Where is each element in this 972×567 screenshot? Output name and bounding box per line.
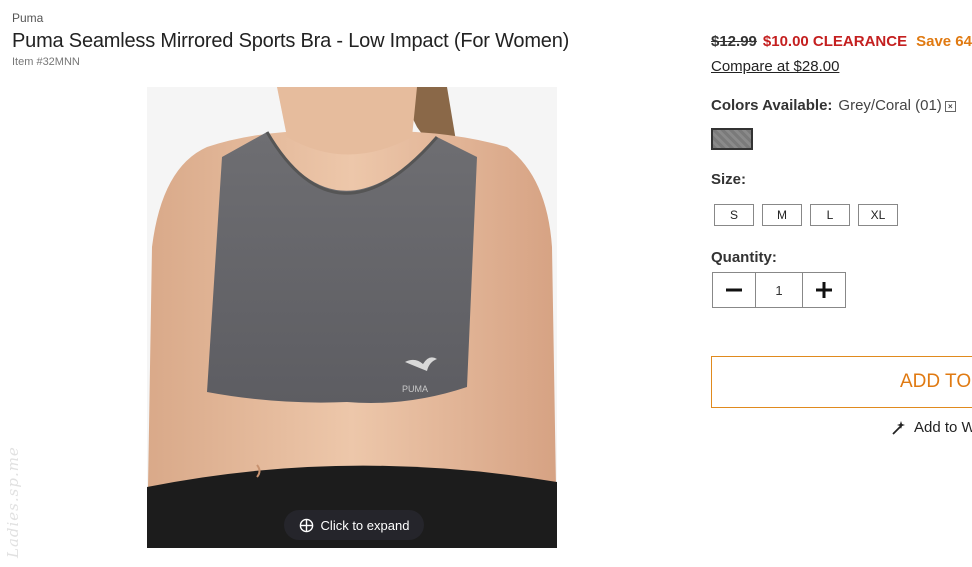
quantity-label: Quantity:	[711, 249, 777, 266]
expand-plus-icon	[299, 518, 313, 532]
colors-available: Colors Available: Grey/Coral (01) ×	[711, 97, 956, 114]
original-price: $12.99	[711, 33, 757, 50]
quantity-stepper	[712, 272, 846, 308]
add-to-cart-button[interactable]: ADD TO C	[711, 356, 972, 408]
size-label: Size:	[711, 171, 747, 188]
x-box-icon[interactable]: ×	[944, 101, 956, 112]
product-image[interactable]: PUMA	[147, 87, 557, 548]
minus-icon	[726, 288, 742, 292]
click-to-expand-button[interactable]: Click to expand	[284, 510, 424, 540]
item-number: Item #32MNN	[12, 56, 80, 68]
product-photo: PUMA	[147, 87, 557, 548]
quantity-increment-button[interactable]	[802, 273, 845, 307]
selected-color: Grey/Coral (01)	[838, 97, 942, 114]
compare-price-link[interactable]: Compare at $28.00	[711, 58, 839, 75]
wand-icon	[892, 420, 905, 435]
sale-price: $10.00 CLEARANCE	[762, 33, 908, 50]
size-option-m[interactable]: M	[762, 204, 802, 226]
expand-label: Click to expand	[320, 517, 410, 533]
quantity-input[interactable]	[756, 273, 802, 307]
colors-label: Colors Available:	[711, 97, 833, 114]
plus-icon	[816, 282, 832, 298]
watermark-text: Ladies.sp.me	[4, 446, 22, 558]
brand-name[interactable]: Puma	[12, 11, 43, 25]
product-title: Puma Seamless Mirrored Sports Bra - Low …	[12, 30, 570, 52]
quantity-decrement-button[interactable]	[713, 273, 756, 307]
wishlist-label: Add to W	[914, 419, 972, 436]
savings-badge: Save 64%	[916, 33, 972, 50]
size-option-s[interactable]: S	[714, 204, 754, 226]
size-option-l[interactable]: L	[810, 204, 850, 226]
puma-logo-text: PUMA	[402, 384, 428, 394]
add-to-wishlist-link[interactable]: Add to W	[890, 419, 972, 436]
price-row: $12.99 $10.00 CLEARANCE Save 64%	[711, 33, 972, 50]
color-swatch-grey-coral[interactable]	[711, 128, 753, 150]
size-option-xl[interactable]: XL	[858, 204, 898, 226]
